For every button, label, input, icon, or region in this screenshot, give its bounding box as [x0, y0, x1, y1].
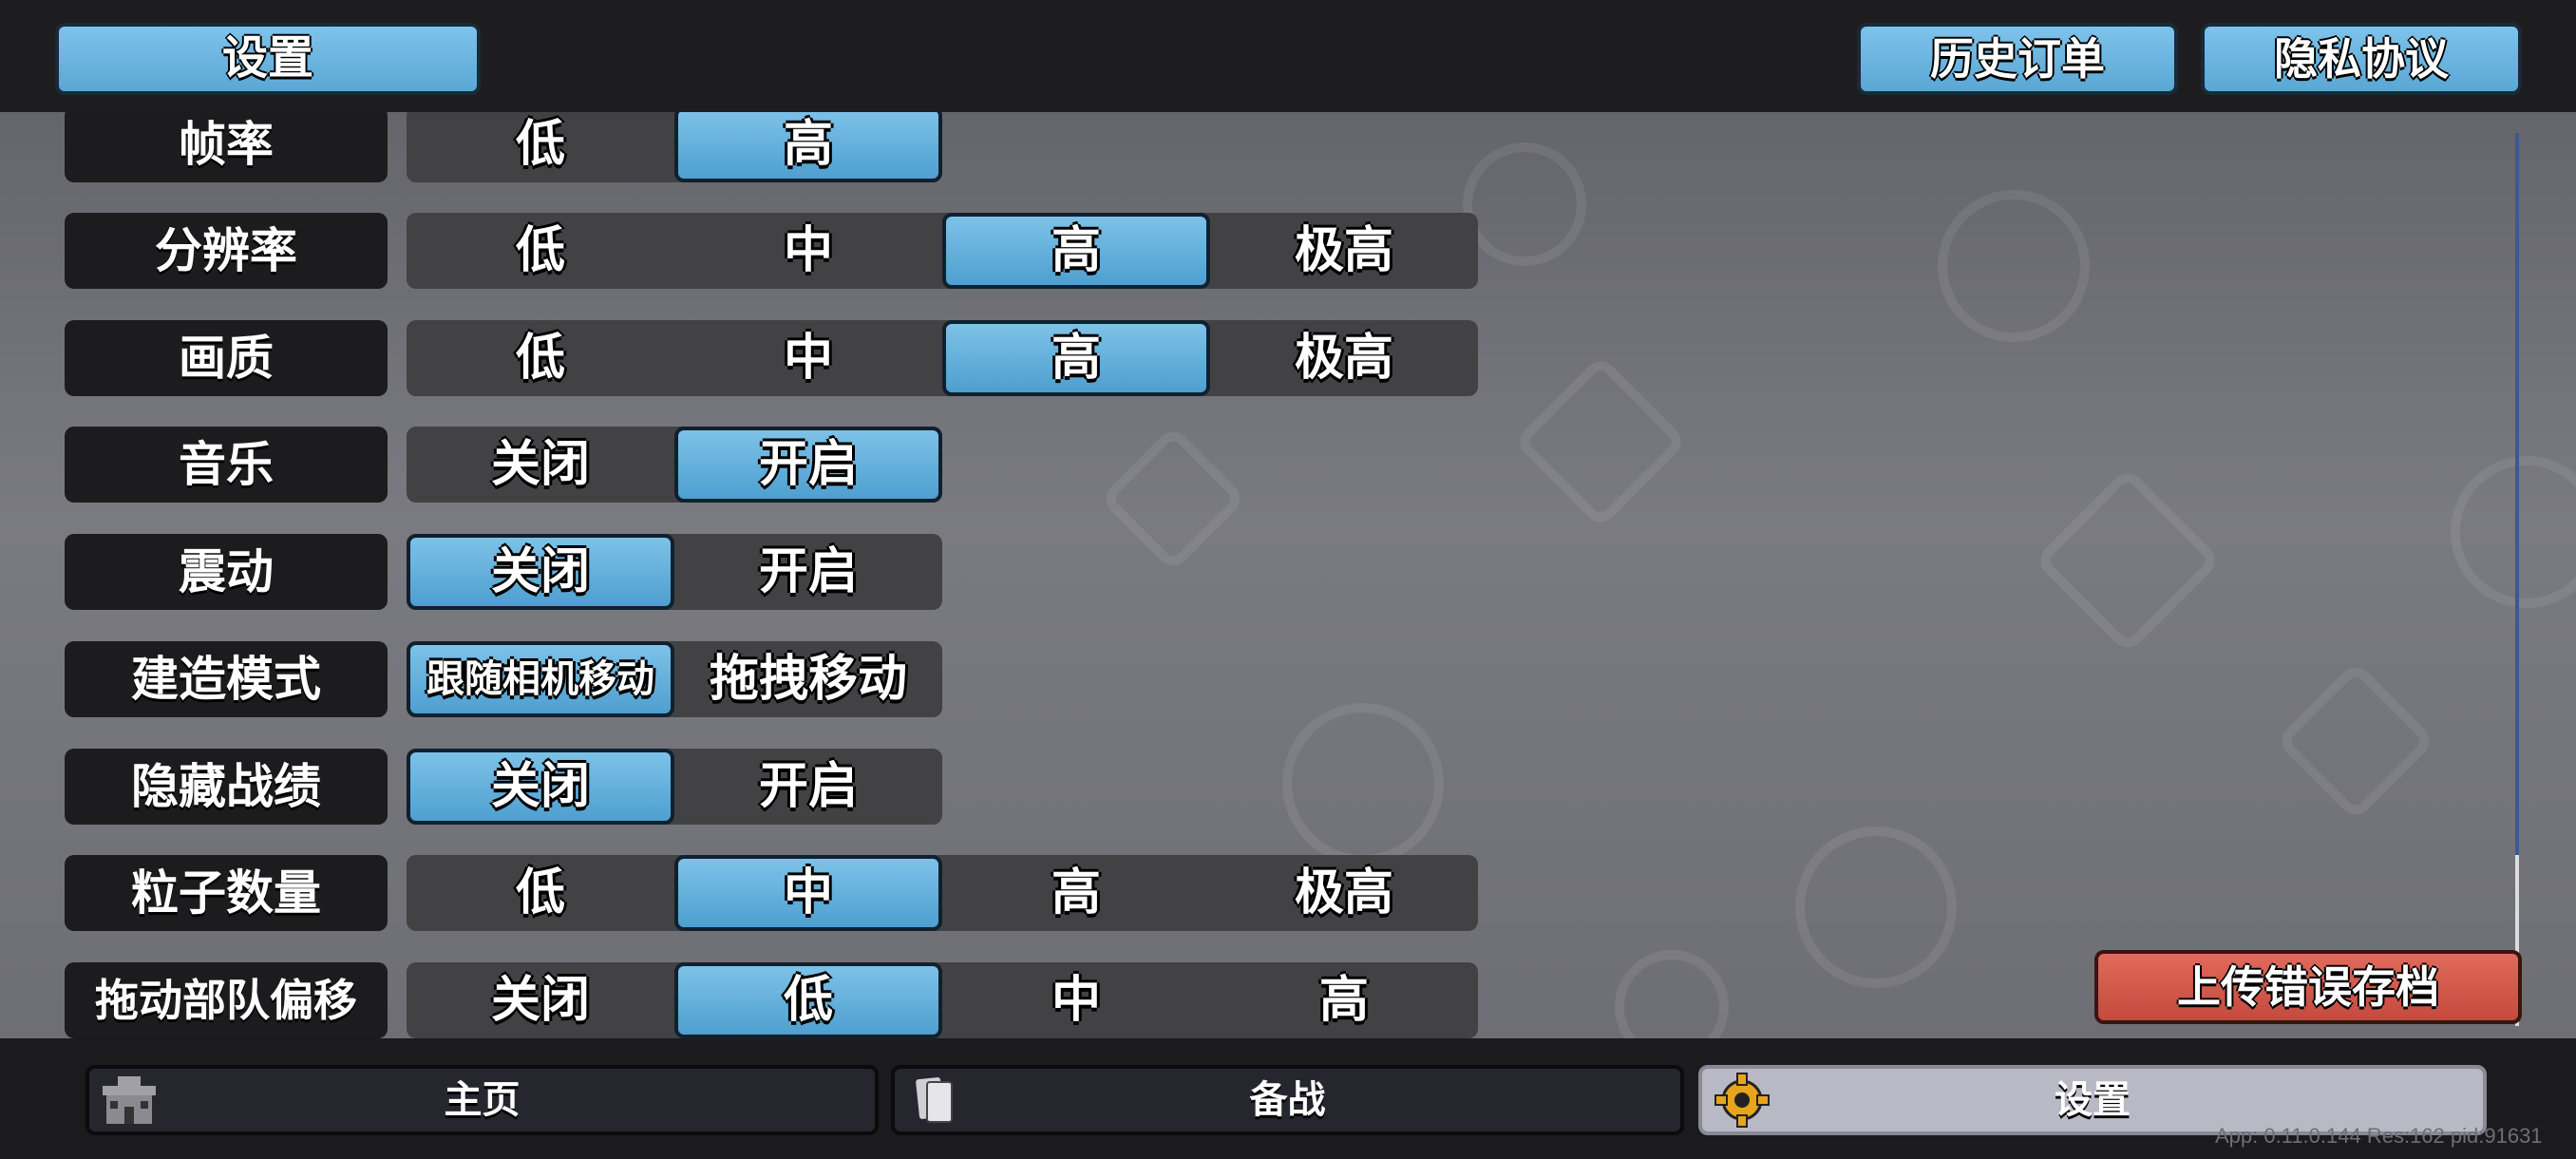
option-button[interactable]: 开启	[674, 427, 942, 503]
option-selector: 关闭 开启	[407, 749, 942, 825]
option-button[interactable]: 高	[942, 320, 1210, 396]
top-bar: 设置 历史订单 隐私协议	[0, 0, 2576, 112]
option-button[interactable]: 高	[1210, 962, 1478, 1038]
option-button[interactable]: 拖拽移动	[674, 641, 942, 717]
nav-home-label: 主页	[444, 1079, 521, 1121]
bottom-nav: 主页 备战 设置	[0, 1038, 2576, 1159]
option-button[interactable]: 低	[407, 213, 674, 289]
nav-prepare[interactable]: 备战	[891, 1065, 1684, 1135]
nav-home[interactable]: 主页	[85, 1065, 879, 1135]
nav-prepare-label: 备战	[1249, 1079, 1326, 1121]
option-selector: 低中高极高	[407, 855, 1478, 931]
option-button[interactable]: 跟随相机移动	[407, 641, 674, 717]
setting-label: 建造模式	[65, 641, 388, 717]
option-button[interactable]: 开启	[674, 534, 942, 610]
setting-label: 隐藏战绩	[65, 749, 388, 825]
castle-icon	[103, 1076, 156, 1124]
nav-settings-label: 设置	[2055, 1079, 2131, 1121]
option-button[interactable]: 高	[942, 855, 1210, 931]
option-button[interactable]: 低	[407, 855, 674, 931]
setting-label: 粒子数量	[65, 855, 388, 931]
option-button[interactable]: 中	[674, 320, 942, 396]
option-button[interactable]: 关闭	[407, 962, 674, 1038]
option-selector: 关闭低中高	[407, 962, 1478, 1038]
option-button[interactable]: 高	[674, 112, 942, 182]
setting-label: 画质	[65, 320, 388, 396]
setting-label: 震动	[65, 534, 388, 610]
setting-label: 分辨率	[65, 213, 388, 289]
setting-label: 帧率	[65, 112, 388, 182]
option-button[interactable]: 关闭	[407, 749, 674, 825]
option-selector: 低中高极高	[407, 213, 1478, 289]
option-selector: 关闭 开启	[407, 534, 942, 610]
version-info: App: 0.11.0.144 Res:162 pid:91631	[2215, 1124, 2543, 1148]
option-button[interactable]: 低	[674, 962, 942, 1038]
privacy-policy-button[interactable]: 隐私协议	[2201, 23, 2522, 95]
page-title-tab[interactable]: 设置	[55, 23, 481, 95]
option-button[interactable]: 开启	[674, 749, 942, 825]
option-selector: 关闭 开启	[407, 427, 942, 503]
upload-error-save-button[interactable]: 上传错误存档	[2094, 950, 2522, 1024]
option-button[interactable]: 中	[674, 855, 942, 931]
cards-icon	[916, 1077, 953, 1123]
setting-label: 音乐	[65, 427, 388, 503]
option-button[interactable]: 中	[942, 962, 1210, 1038]
history-orders-button[interactable]: 历史订单	[1857, 23, 2178, 95]
settings-list: 帧率低高分辨率低中高极高 画质低中高极高 音乐 关闭 开启 震动 关闭 开启 建造模式 跟随相机移…	[0, 112, 2576, 1038]
option-button[interactable]: 高	[942, 213, 1210, 289]
option-selector: 低中高极高	[407, 320, 1478, 396]
option-button[interactable]: 极高	[1210, 855, 1478, 931]
option-button[interactable]: 低	[407, 112, 674, 182]
setting-label: 拖动部队偏移	[65, 962, 388, 1038]
option-selector: 低高	[407, 112, 942, 182]
option-button[interactable]: 关闭	[407, 427, 674, 503]
option-button[interactable]: 关闭	[407, 534, 674, 610]
option-button[interactable]: 极高	[1210, 213, 1478, 289]
option-button[interactable]: 中	[674, 213, 942, 289]
gear-icon	[1714, 1073, 1770, 1128]
option-selector: 跟随相机移动 拖拽移动	[407, 641, 942, 717]
option-button[interactable]: 极高	[1210, 320, 1478, 396]
option-button[interactable]: 低	[407, 320, 674, 396]
